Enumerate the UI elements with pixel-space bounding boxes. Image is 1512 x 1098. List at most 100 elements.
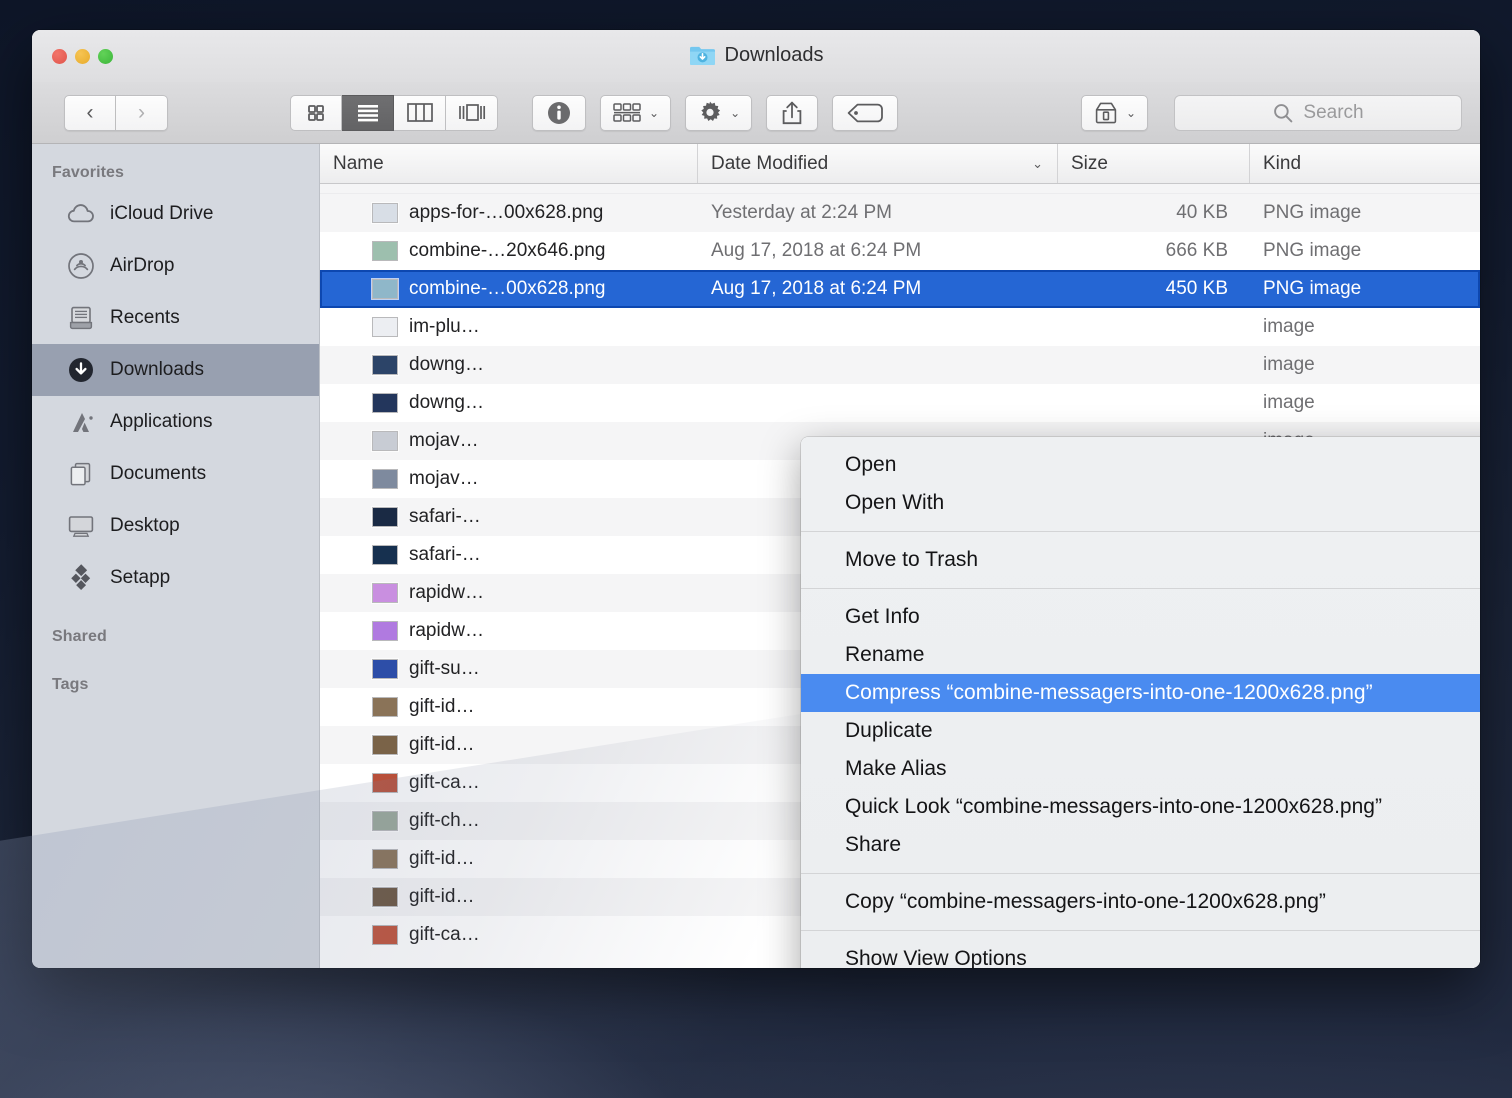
sidebar-item-icloud-drive[interactable]: iCloud Drive	[32, 188, 319, 240]
setapp-icon	[66, 563, 96, 593]
file-thumbnail-icon	[372, 583, 398, 603]
table-row[interactable]: im-plu…image	[320, 308, 1480, 346]
sidebar-item-applications[interactable]: Applications	[32, 396, 319, 448]
group-by-button[interactable]: ⌄	[600, 95, 671, 131]
sidebar: Favorites iCloud Drive	[32, 144, 320, 968]
documents-icon	[66, 459, 96, 489]
sidebar-item-label: Downloads	[110, 359, 204, 381]
search-placeholder: Search	[1303, 102, 1363, 124]
context-menu[interactable]: Open Open With▶ Move to Trash Get Info Renam…	[801, 437, 1480, 968]
file-thumbnail-icon	[372, 849, 398, 869]
table-row[interactable]: downg…image	[320, 384, 1480, 422]
sidebar-item-documents[interactable]: Documents	[32, 448, 319, 500]
column-header-kind[interactable]: Kind	[1250, 144, 1480, 183]
file-name-label: rapidw…	[409, 582, 484, 604]
menu-item[interactable]: Show View Options	[801, 940, 1480, 968]
file-thumbnail-icon	[372, 659, 398, 679]
menu-item[interactable]: Open With▶	[801, 484, 1480, 522]
menu-item[interactable]: Get Info	[801, 598, 1480, 636]
file-thumbnail-icon	[372, 697, 398, 717]
window-body: Favorites iCloud Drive	[32, 144, 1480, 968]
column-view-button[interactable]	[394, 95, 446, 131]
sidebar-item-downloads[interactable]: Downloads	[32, 344, 319, 396]
icon-view-button[interactable]	[290, 95, 342, 131]
list-view-button[interactable]	[342, 95, 394, 131]
menu-item-label: Rename	[845, 643, 924, 667]
menu-item[interactable]: Copy “combine-messagers-into-one-1200x62…	[801, 883, 1480, 921]
sidebar-section-shared-title: Shared	[32, 604, 319, 652]
forward-button[interactable]: ›	[116, 95, 168, 131]
menu-item[interactable]: Open	[801, 446, 1480, 484]
menu-item-label: Get Info	[845, 605, 920, 629]
search-icon	[1272, 102, 1294, 124]
sidebar-item-label: Applications	[110, 411, 212, 433]
action-menu-button[interactable]: ⌄	[685, 95, 752, 131]
edit-tags-button[interactable]	[832, 95, 898, 131]
file-name-cell: safari-…	[320, 506, 698, 528]
file-kind-cell: image	[1250, 354, 1480, 376]
file-name-label: rapidw…	[409, 620, 484, 642]
column-header-name[interactable]: Name	[320, 144, 698, 183]
back-button[interactable]: ‹	[64, 95, 116, 131]
file-name-label: gift-ca…	[409, 772, 480, 794]
file-kind-cell: image	[1250, 316, 1480, 338]
sidebar-item-desktop[interactable]: Desktop	[32, 500, 319, 552]
window-title: Downloads	[32, 44, 1480, 67]
info-icon	[546, 100, 572, 126]
file-name-label: gift-id…	[409, 848, 474, 870]
column-header-label: Kind	[1263, 153, 1301, 175]
file-list: Name Date Modified ⌄ Size Kind apps-f	[320, 144, 1480, 968]
file-name-cell: downg…	[320, 354, 698, 376]
file-thumbnail-icon	[372, 735, 398, 755]
menu-item[interactable]: Rename	[801, 636, 1480, 674]
volume-menu-button[interactable]: ⌄	[1081, 95, 1148, 131]
search-field[interactable]: Search	[1174, 95, 1462, 131]
menu-item[interactable]: Quick Look “combine-messagers-into-one-1…	[801, 788, 1480, 826]
grid-icon	[306, 103, 326, 123]
window-title-text: Downloads	[725, 44, 824, 67]
menu-separator	[801, 873, 1480, 874]
file-date-cell: Aug 17, 2018 at 6:24 PM	[698, 278, 1058, 300]
file-name-cell: gift-ca…	[320, 924, 698, 946]
menu-item-label: Copy “combine-messagers-into-one-1200x62…	[845, 890, 1326, 914]
share-button[interactable]	[766, 95, 818, 131]
sidebar-item-recents[interactable]: Recents	[32, 292, 319, 344]
file-name-cell: rapidw…	[320, 620, 698, 642]
chevron-right-icon: ›	[138, 102, 145, 123]
file-name-cell: gift-su…	[320, 658, 698, 680]
group-icon	[612, 102, 642, 124]
sort-chevron-down-icon: ⌄	[1032, 156, 1043, 172]
menu-item-label: Quick Look “combine-messagers-into-one-1…	[845, 795, 1382, 819]
column-header-label: Size	[1071, 153, 1108, 175]
menu-item[interactable]: Make Alias	[801, 750, 1480, 788]
table-row[interactable]: apps-for-…00x628.pngYesterday at 2:24 PM…	[320, 194, 1480, 232]
file-name-label: downg…	[409, 354, 484, 376]
file-kind-cell: PNG image	[1250, 240, 1480, 262]
table-row[interactable]: combine-…20x646.pngAug 17, 2018 at 6:24 …	[320, 232, 1480, 270]
column-header-size[interactable]: Size	[1058, 144, 1250, 183]
gallery-view-button[interactable]	[446, 95, 498, 131]
sidebar-item-setapp[interactable]: Setapp	[32, 552, 319, 604]
menu-item-label: Make Alias	[845, 757, 947, 781]
file-name-label: combine-…20x646.png	[409, 240, 605, 262]
file-thumbnail-icon	[372, 925, 398, 945]
gallery-icon	[458, 103, 486, 122]
sidebar-item-airdrop[interactable]: AirDrop	[32, 240, 319, 292]
file-name-cell: safari-…	[320, 544, 698, 566]
info-button[interactable]	[532, 95, 586, 131]
column-header-date-modified[interactable]: Date Modified ⌄	[698, 144, 1058, 183]
menu-item[interactable]: Compress “combine-messagers-into-one-120…	[801, 674, 1480, 712]
file-name-label: gift-id…	[409, 886, 474, 908]
table-row[interactable]: downg… image	[320, 346, 1480, 384]
menu-item[interactable]: Share▶	[801, 826, 1480, 864]
menu-item-label: Open	[845, 453, 896, 477]
file-thumbnail-icon	[372, 811, 398, 831]
chevron-down-icon: ⌄	[1126, 106, 1136, 120]
menu-item[interactable]: Duplicate	[801, 712, 1480, 750]
menu-item[interactable]: Move to Trash	[801, 541, 1480, 579]
file-size-cell: 40 KB	[1058, 202, 1250, 224]
desktop-icon	[66, 511, 96, 541]
window-toolbar: ‹ ›	[32, 82, 1480, 144]
table-row[interactable]: combine-…00x628.pngAug 17, 2018 at 6:24 …	[320, 270, 1480, 308]
file-thumbnail-icon	[372, 279, 398, 299]
